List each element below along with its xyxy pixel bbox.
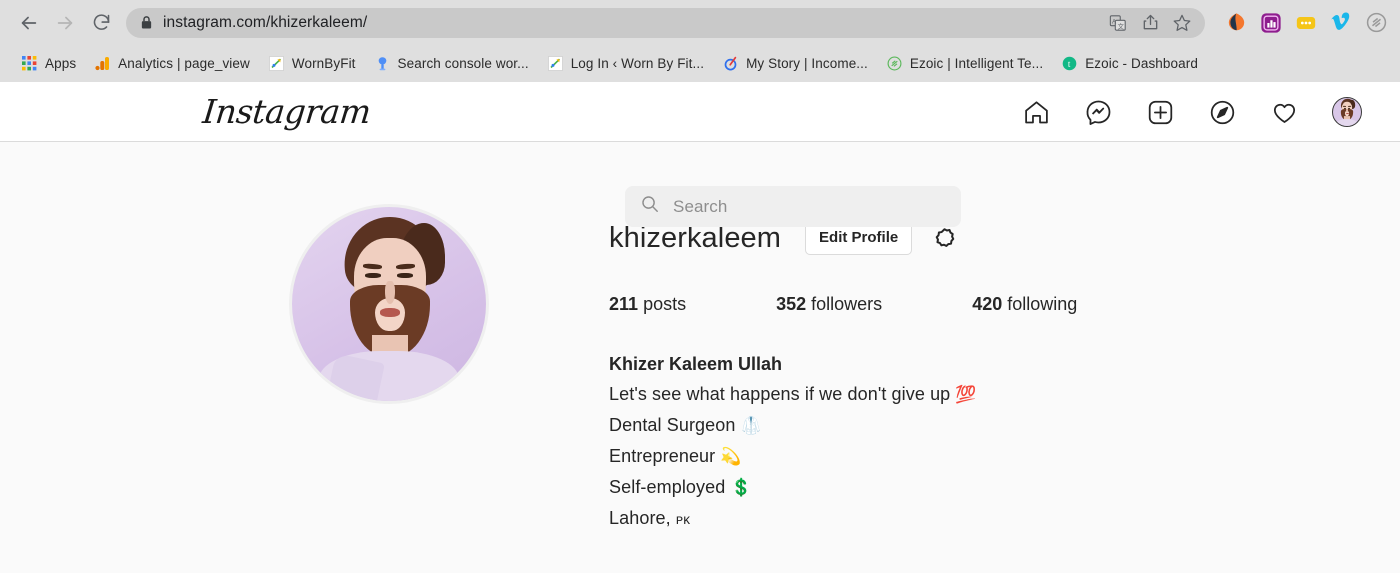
bookmark-my-story[interactable]: My Story | Income... <box>713 51 877 76</box>
messenger-icon[interactable] <box>1084 98 1112 126</box>
lab-coat-emoji: 🥼 <box>740 416 762 436</box>
ezoic-extension-icon[interactable] <box>1364 11 1388 35</box>
dizzy-star-emoji: 💫 <box>720 447 742 467</box>
bookmark-analytics[interactable]: Analytics | page_view <box>85 51 259 76</box>
my-story-icon <box>722 55 739 72</box>
search-icon <box>641 195 659 218</box>
bookmark-label: Ezoic - Dashboard <box>1085 56 1198 71</box>
bookmark-label: My Story | Income... <box>746 56 868 71</box>
wornbyfit-icon <box>268 55 285 72</box>
browser-toolbar: instagram.com/khizerkaleem/ A 文 <box>0 0 1400 45</box>
bio-location: Lahore, ᴘᴋ <box>609 503 1077 535</box>
instagram-page: Instagram Search khizerkaleem Edit Profi… <box>0 82 1400 573</box>
bookmark-label: Ezoic | Intelligent Te... <box>909 56 1044 71</box>
avatar-illustration <box>1333 98 1361 126</box>
full-name: Khizer Kaleem Ullah <box>609 354 783 374</box>
explore-compass-icon[interactable] <box>1208 98 1236 126</box>
bookmark-search-console[interactable]: Search console wor... <box>365 51 538 76</box>
bookmark-ezoic-intelligent[interactable]: Ezoic | Intelligent Te... <box>877 51 1052 76</box>
profile-bio: Khizer Kaleem Ullah Let's see what happe… <box>609 349 1077 535</box>
apps-grid-icon <box>21 55 38 72</box>
bio-text: Self-employed <box>609 477 731 497</box>
bio-line: Entrepreneur 💫 <box>609 441 1077 472</box>
google-analytics-icon <box>94 55 111 72</box>
bookmark-label: Analytics | page_view <box>118 56 250 71</box>
home-icon[interactable] <box>1022 98 1050 126</box>
bookmark-label: WornByFit <box>291 56 356 71</box>
settings-gear-icon[interactable] <box>931 225 957 251</box>
posts-label: posts <box>643 294 687 314</box>
bio-text: Let's see what happens if we don't give … <box>609 384 956 404</box>
forward-arrow-icon[interactable] <box>48 6 82 40</box>
svg-text:文: 文 <box>1118 21 1125 30</box>
bookmarks-bar: Apps Analytics | page_view WornByFit Sea… <box>0 45 1400 82</box>
bookmark-apps[interactable]: Apps <box>12 51 85 76</box>
stat-following[interactable]: 420 following <box>972 294 1077 315</box>
bio-line: Let's see what happens if we don't give … <box>609 379 1077 410</box>
instagram-logo[interactable]: Instagram <box>201 92 373 131</box>
profile-avatar[interactable] <box>1332 97 1362 127</box>
similarweb-extension-icon[interactable] <box>1224 11 1248 35</box>
bio-text: Dental Surgeon <box>609 415 741 435</box>
search-input[interactable]: Search <box>625 186 961 227</box>
translate-icon[interactable]: A 文 <box>1107 12 1129 34</box>
ezoic-green-icon <box>886 55 903 72</box>
bio-line: Dental Surgeon 🥼 <box>609 410 1077 441</box>
followers-label: followers <box>811 294 883 314</box>
vimeo-extension-icon[interactable] <box>1329 11 1353 35</box>
dollar-sign-emoji: 💲 <box>730 478 752 498</box>
hundred-points-emoji: 💯 <box>955 385 977 405</box>
stat-posts[interactable]: 211 posts <box>609 294 686 315</box>
wordpress-login-icon <box>547 55 564 72</box>
new-post-icon[interactable] <box>1146 98 1174 126</box>
posts-count: 211 <box>609 294 639 314</box>
lock-icon <box>140 15 153 30</box>
location-city: Lahore, <box>609 508 676 528</box>
back-arrow-icon[interactable] <box>12 6 46 40</box>
search-placeholder: Search <box>673 196 728 216</box>
instagram-nav <box>1022 82 1380 142</box>
profile-picture[interactable] <box>289 204 489 404</box>
following-label: following <box>1007 294 1078 314</box>
extension-icons <box>1215 11 1388 35</box>
bookmark-ezoic-dashboard[interactable]: t Ezoic - Dashboard <box>1052 51 1207 76</box>
bookmark-label: Log In ‹ Worn By Fit... <box>570 56 705 71</box>
profile-stats: 211 posts 352 followers 420 following <box>609 294 1077 315</box>
instagram-header: Instagram Search <box>0 82 1400 227</box>
analytics-extension-icon[interactable] <box>1259 11 1283 35</box>
location-country: ᴘᴋ <box>675 512 691 527</box>
stat-followers[interactable]: 352 followers <box>776 294 882 315</box>
share-icon[interactable] <box>1139 12 1161 34</box>
menu-dots-extension-icon[interactable] <box>1294 11 1318 35</box>
activity-heart-icon[interactable] <box>1270 98 1298 126</box>
bio-line: Self-employed 💲 <box>609 472 1077 503</box>
omnibox-actions: A 文 <box>1107 12 1201 34</box>
bookmark-label: Search console wor... <box>397 56 529 71</box>
bookmark-star-icon[interactable] <box>1171 12 1193 34</box>
profile-info: khizerkaleem Edit Profile 211 posts 352 … <box>609 204 1077 535</box>
bookmark-label: Apps <box>45 56 77 71</box>
followers-count: 352 <box>776 294 807 314</box>
url-text: instagram.com/khizerkaleem/ <box>163 13 368 31</box>
browser-chrome: instagram.com/khizerkaleem/ A 文 Apps Ana… <box>0 0 1400 82</box>
bookmark-wornbyfit[interactable]: WornByFit <box>259 51 365 76</box>
avatar-illustration <box>292 207 486 401</box>
search-console-icon <box>374 55 391 72</box>
reload-icon[interactable] <box>84 6 118 40</box>
ezoic-teal-icon: t <box>1061 55 1078 72</box>
following-count: 420 <box>972 294 1003 314</box>
address-bar[interactable]: instagram.com/khizerkaleem/ A 文 <box>126 7 1205 38</box>
bio-text: Entrepreneur <box>609 446 721 466</box>
bookmark-login-wornbyfit[interactable]: Log In ‹ Worn By Fit... <box>538 51 713 76</box>
